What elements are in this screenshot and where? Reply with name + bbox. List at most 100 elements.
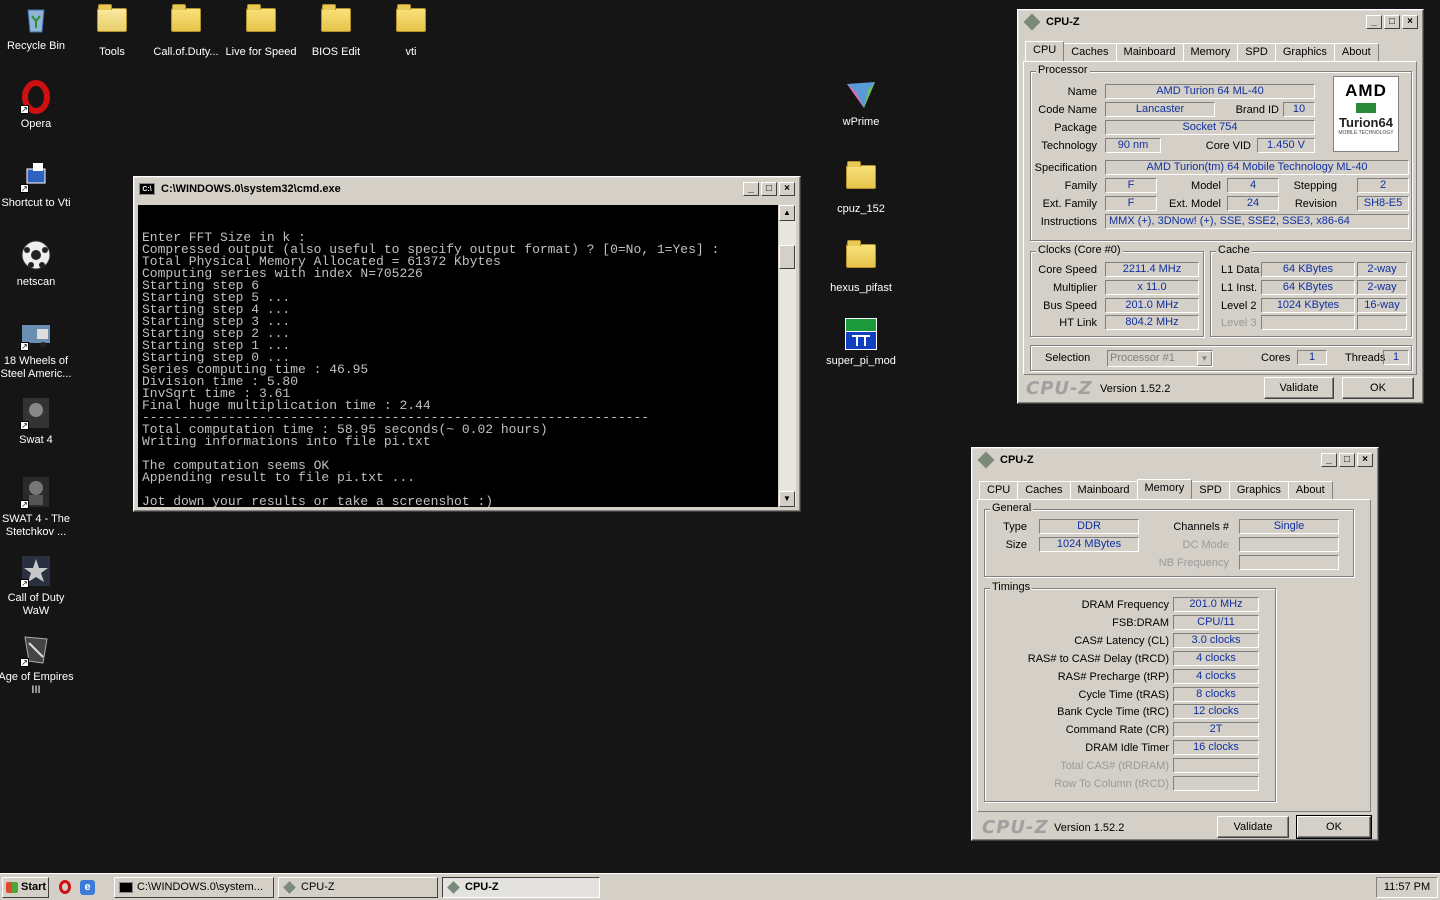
nbfreq-label: NB Frequency bbox=[1158, 557, 1229, 569]
tab-mainboard[interactable]: Mainboard bbox=[1069, 481, 1138, 501]
ok-button[interactable]: OK bbox=[1342, 377, 1414, 399]
cpuz-window-icon bbox=[1023, 13, 1041, 31]
cmd-window[interactable]: C:\ C:\WINDOWS.0\system32\cmd.exe _ □ × … bbox=[133, 176, 801, 512]
taskbar-cmd[interactable]: C:\WINDOWS.0\system... bbox=[114, 877, 274, 898]
swat4-icon[interactable]: ↗ Swat 4 bbox=[0, 396, 74, 447]
corevid-label: Core VID bbox=[1205, 140, 1251, 152]
tab-graphics[interactable]: Graphics bbox=[1274, 43, 1335, 63]
minimize-button[interactable]: _ bbox=[1321, 453, 1337, 467]
htlink-label: HT Link bbox=[1059, 317, 1097, 329]
cpuz-memory-window[interactable]: CPU-Z _ □ × CPU Caches Mainboard Memory … bbox=[971, 447, 1379, 841]
channels-value: Single bbox=[1239, 519, 1339, 534]
tab-about[interactable]: About bbox=[1333, 43, 1379, 63]
tab-spd[interactable]: SPD bbox=[1237, 43, 1276, 63]
recycle-bin-icon[interactable]: Recycle Bin bbox=[0, 2, 74, 53]
l1inst-label: L1 Inst. bbox=[1221, 282, 1258, 294]
version-text: Version 1.52.2 bbox=[1054, 822, 1125, 834]
cmd-titlebar[interactable]: C:\ C:\WINDOWS.0\system32\cmd.exe _ □ × bbox=[136, 179, 798, 199]
amd-turion-logo: AMD Turion64 MOBILE TECHNOLOGY bbox=[1333, 76, 1399, 152]
family-label: Family bbox=[1064, 180, 1097, 192]
maximize-button[interactable]: □ bbox=[1339, 453, 1355, 467]
taskbar-cpuz-2-label: CPU-Z bbox=[465, 881, 499, 893]
tools-folder-icon[interactable]: Tools bbox=[74, 2, 150, 59]
opera-quicklaunch-icon[interactable] bbox=[59, 880, 71, 894]
amd-logo-text: AMD bbox=[1345, 81, 1387, 100]
cmd-scrollbar[interactable]: ▲ ▼ bbox=[778, 205, 796, 507]
taskbar-cpuz-2[interactable]: CPU-Z bbox=[442, 877, 600, 898]
taskbar: Start e C:\WINDOWS.0\system... CPU-Z CPU… bbox=[0, 873, 1440, 900]
call-of-duty-folder-icon[interactable]: Call.of.Duty... bbox=[148, 2, 224, 59]
swat4-stetchkov-label: SWAT 4 - The Stetchkov ... bbox=[1, 513, 71, 538]
turion-sub-text: MOBILE TECHNOLOGY bbox=[1338, 130, 1394, 136]
live-for-speed-folder-icon[interactable]: Live for Speed bbox=[223, 2, 299, 59]
tab-about[interactable]: About bbox=[1287, 481, 1333, 501]
system-tray: 11:57 PM bbox=[1376, 877, 1438, 898]
start-button[interactable]: Start bbox=[2, 877, 49, 898]
level2-way-value: 16-way bbox=[1357, 298, 1407, 313]
super-pi-mod-icon[interactable]: super_pi_mod bbox=[823, 317, 899, 368]
close-button[interactable]: × bbox=[1402, 15, 1418, 29]
multiplier-label: Multiplier bbox=[1052, 282, 1097, 294]
family-value: F bbox=[1105, 178, 1157, 193]
tab-cpu[interactable]: CPU bbox=[979, 481, 1019, 501]
maximize-button[interactable]: □ bbox=[761, 182, 777, 196]
tab-caches[interactable]: Caches bbox=[1017, 481, 1071, 501]
chevron-down-icon[interactable]: ▼ bbox=[1197, 351, 1212, 366]
turion-logo-mark bbox=[1356, 103, 1376, 113]
processor-select[interactable]: Processor #1 ▼ bbox=[1107, 350, 1213, 367]
model-value: 4 bbox=[1227, 178, 1279, 193]
18-wheels-icon[interactable]: ↗ 18 Wheels of Steel Americ... bbox=[0, 317, 74, 381]
cpuz-cpu-window[interactable]: CPU-Z _ □ × CPU Caches Mainboard Memory … bbox=[1017, 9, 1424, 404]
vti-shortcut-icon[interactable]: ↗ Shortcut to Vti bbox=[0, 159, 74, 210]
tab-spd[interactable]: SPD bbox=[1191, 481, 1230, 501]
tab-caches[interactable]: Caches bbox=[1063, 43, 1117, 63]
scroll-thumb[interactable] bbox=[779, 245, 795, 269]
tab-mainboard[interactable]: Mainboard bbox=[1115, 43, 1184, 63]
close-button[interactable]: × bbox=[1357, 453, 1373, 467]
cod-waw-icon[interactable]: ↗ Call of Duty WaW bbox=[0, 554, 74, 618]
netscan-icon[interactable]: netscan bbox=[0, 238, 74, 289]
minimize-button[interactable]: _ bbox=[1366, 15, 1382, 29]
tab-graphics[interactable]: Graphics bbox=[1228, 481, 1289, 501]
bios-edit-folder-icon[interactable]: BIOS Edit bbox=[298, 2, 374, 59]
bios-edit-label: BIOS Edit bbox=[311, 46, 361, 58]
ie-quicklaunch-icon[interactable]: e bbox=[80, 880, 95, 895]
cpuz-window-icon bbox=[977, 451, 995, 469]
vti-folder-icon[interactable]: vti bbox=[373, 2, 449, 59]
age-of-empires-icon[interactable]: ↗ Age of Empires III bbox=[0, 633, 74, 697]
package-value: Socket 754 bbox=[1105, 120, 1315, 135]
maximize-button[interactable]: □ bbox=[1384, 15, 1400, 29]
name-label: Name bbox=[1067, 86, 1097, 98]
clock[interactable]: 11:57 PM bbox=[1384, 881, 1430, 893]
package-label: Package bbox=[1054, 122, 1097, 134]
cpuz-memory-titlebar[interactable]: CPU-Z _ □ × bbox=[974, 450, 1376, 470]
live-for-speed-label: Live for Speed bbox=[225, 46, 297, 58]
tab-memory[interactable]: Memory bbox=[1182, 43, 1239, 63]
codename-value: Lancaster bbox=[1105, 102, 1215, 117]
close-button[interactable]: × bbox=[779, 182, 795, 196]
validate-button[interactable]: Validate bbox=[1217, 816, 1289, 838]
hexus-pifast-folder-icon[interactable]: hexus_pifast bbox=[823, 238, 899, 295]
opera-icon[interactable]: ↗ Opera bbox=[0, 80, 74, 131]
cmd-console-output[interactable]: Enter FFT Size in k : Compressed output (… bbox=[138, 205, 778, 507]
minimize-button[interactable]: _ bbox=[743, 182, 759, 196]
taskbar-cpuz-1[interactable]: CPU-Z bbox=[278, 877, 438, 898]
scroll-down-button[interactable]: ▼ bbox=[779, 491, 795, 507]
cpuz-cpu-panel: Processor Name AMD Turion 64 ML-40 Code … bbox=[1023, 61, 1417, 375]
l1data-way-value: 2-way bbox=[1357, 262, 1407, 277]
stepping-value: 2 bbox=[1357, 178, 1409, 193]
scroll-up-button[interactable]: ▲ bbox=[779, 205, 795, 221]
revision-label: Revision bbox=[1294, 198, 1337, 210]
level2-label: Level 2 bbox=[1221, 300, 1257, 312]
ok-button[interactable]: OK bbox=[1296, 815, 1372, 839]
cpuz-memory-panel: General Type DDR Size 1024 MBytes Channe… bbox=[977, 499, 1371, 812]
swat4-stetchkov-icon[interactable]: ↗ SWAT 4 - The Stetchkov ... bbox=[0, 475, 74, 539]
tab-memory[interactable]: Memory bbox=[1136, 479, 1193, 499]
size-label: Size bbox=[1005, 539, 1027, 551]
technology-label: Technology bbox=[1041, 140, 1097, 152]
tab-cpu[interactable]: CPU bbox=[1025, 41, 1065, 61]
validate-button[interactable]: Validate bbox=[1264, 377, 1334, 399]
cpuz-cpu-titlebar[interactable]: CPU-Z _ □ × bbox=[1020, 12, 1421, 32]
wprime-icon[interactable]: wPrime bbox=[823, 78, 899, 129]
cpuz-152-folder-icon[interactable]: cpuz_152 bbox=[823, 159, 899, 216]
